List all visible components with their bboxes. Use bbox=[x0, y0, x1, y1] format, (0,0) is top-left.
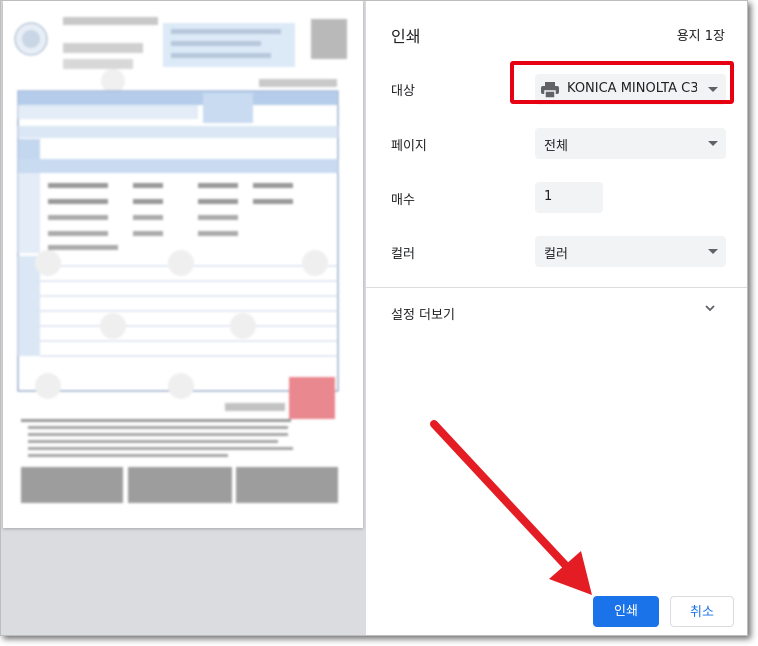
blurred-document-image bbox=[14, 17, 347, 503]
print-settings-pane: 인쇄 용지 1장 대상 KONICA MINOLTA C36 페이지 전체 매수… bbox=[366, 1, 747, 635]
color-select[interactable]: 컬러 bbox=[535, 236, 726, 267]
sheet-count: 용지 1장 bbox=[676, 29, 725, 44]
color-label: 컬러 bbox=[391, 247, 415, 262]
destination-label: 대상 bbox=[391, 84, 415, 99]
copies-value: 1 bbox=[544, 189, 553, 204]
dialog-title: 인쇄 bbox=[391, 27, 421, 46]
divider bbox=[366, 287, 747, 288]
pages-label: 페이지 bbox=[391, 139, 427, 154]
copies-label: 매수 bbox=[391, 193, 415, 208]
print-preview-pane bbox=[1, 1, 366, 635]
pages-value: 전체 bbox=[544, 139, 568, 154]
print-button[interactable]: 인쇄 bbox=[593, 596, 659, 627]
print-dialog: 인쇄 용지 1장 대상 KONICA MINOLTA C36 페이지 전체 매수… bbox=[0, 0, 748, 636]
color-value: 컬러 bbox=[544, 247, 568, 262]
destination-highlight-box bbox=[510, 61, 734, 104]
chevron-down-icon[interactable] bbox=[705, 303, 715, 313]
pages-select[interactable]: 전체 bbox=[535, 128, 726, 159]
cancel-button[interactable]: 취소 bbox=[670, 596, 734, 627]
more-settings-toggle[interactable]: 설정 더보기 bbox=[391, 304, 455, 323]
copies-input[interactable]: 1 bbox=[535, 182, 603, 213]
document-preview bbox=[3, 1, 363, 528]
dropdown-caret-icon bbox=[708, 249, 718, 254]
dropdown-caret-icon bbox=[708, 141, 718, 146]
